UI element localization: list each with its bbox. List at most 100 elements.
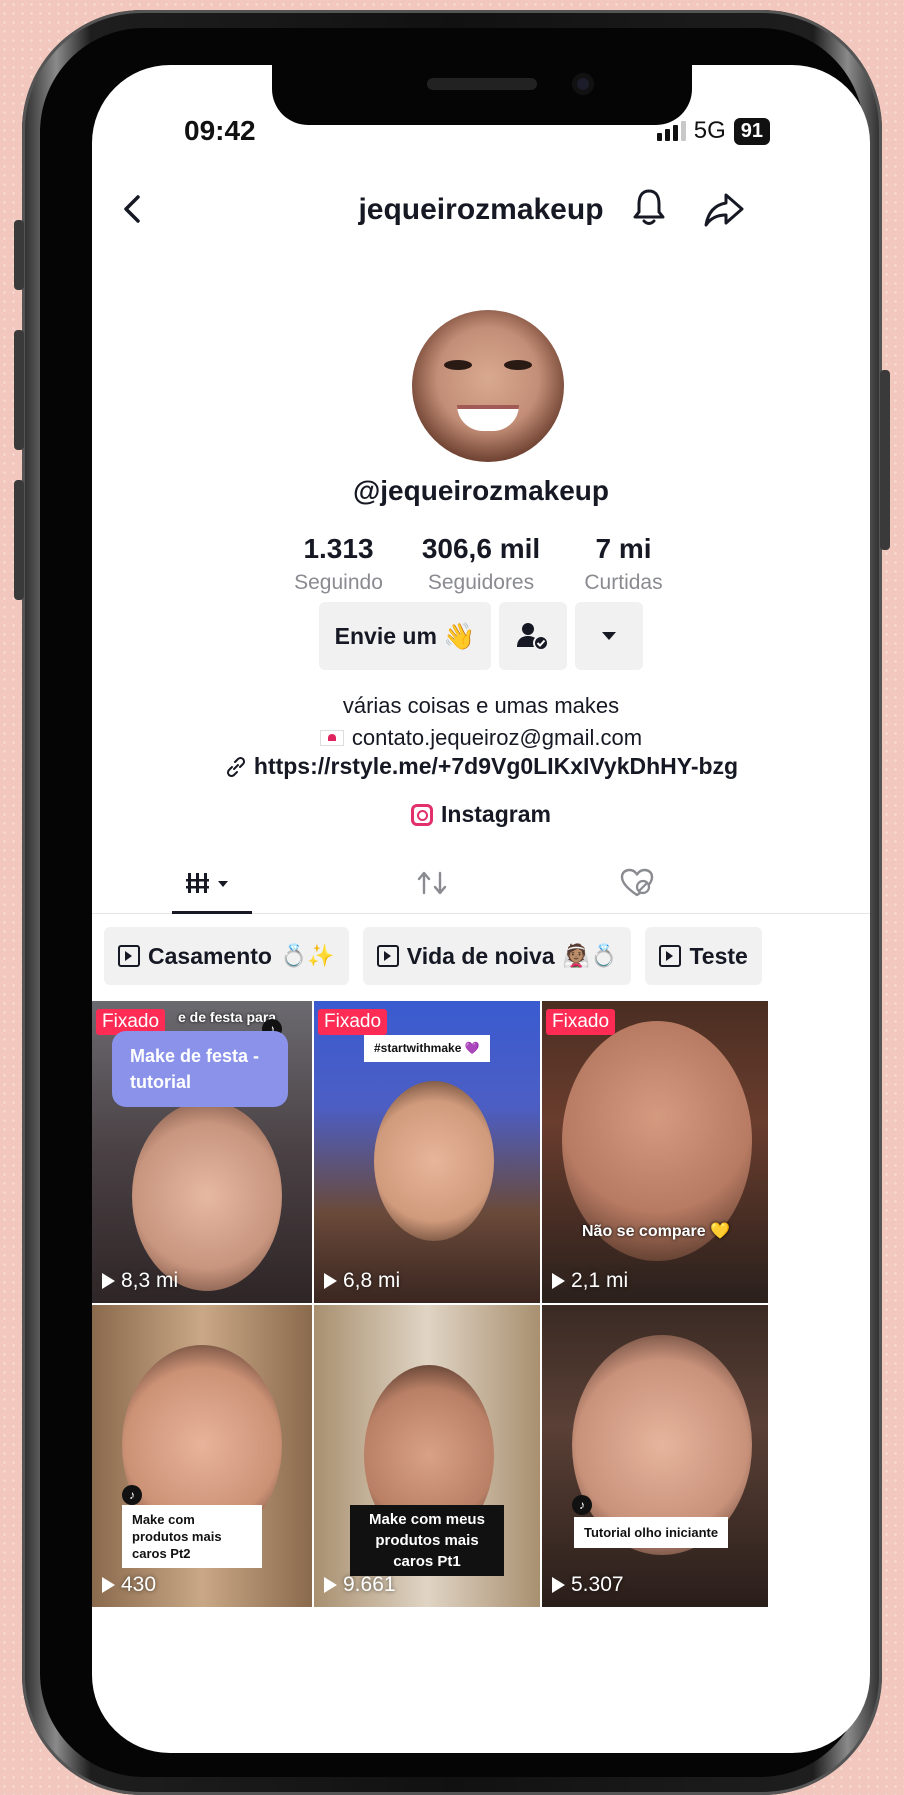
video-caption: #startwithmake 💜: [364, 1035, 490, 1062]
bio-email: contato.jequeiroz@gmail.com: [351, 725, 643, 750]
power-button: [880, 370, 890, 550]
tab-videos[interactable]: [172, 855, 252, 914]
play-icon: [102, 1273, 115, 1289]
view-count-text: 430: [121, 1573, 157, 1596]
profile-link[interactable]: https://rstyle.me/+7d9Vg0LIKxIVykDhHY-bz…: [92, 753, 870, 780]
play-icon: [552, 1577, 565, 1593]
wave-emoji: 👋: [442, 620, 476, 651]
video-grid: Fixado e de festa para ♪ Make de festa -…: [92, 1001, 870, 1607]
avatar[interactable]: [412, 310, 564, 462]
video-thumbnail[interactable]: Make com meus produtos mais caros Pt1 9.…: [314, 1305, 540, 1607]
profile-link-text: https://rstyle.me/+7d9Vg0LIKxIVykDhHY-bz…: [253, 753, 739, 779]
volume-up-button: [14, 330, 24, 450]
user-check-icon: [517, 623, 549, 651]
play-icon: [552, 1273, 565, 1289]
caret-down-icon: [602, 632, 616, 640]
playlist-row: Casamento 💍✨ Vida de noiva 👰🏽💍 Teste: [104, 927, 762, 985]
hidden-heart-icon: [620, 868, 654, 897]
video-caption: Make de festa - tutorial: [112, 1031, 288, 1107]
battery-icon: 91: [733, 117, 770, 145]
stat-value: 7 mi: [595, 533, 652, 564]
share-icon[interactable]: [702, 187, 746, 231]
video-thumbnail[interactable]: ♪ Make com produtos mais caros Pt2 430: [92, 1305, 312, 1607]
stat-value: 1.313: [303, 533, 374, 564]
view-count: 5.307: [552, 1573, 624, 1597]
bio: várias coisas e umas makes contato.jeque…: [92, 690, 870, 754]
playlist-icon: [376, 945, 399, 967]
notch: [272, 65, 692, 125]
playlist-label: Teste: [689, 942, 748, 969]
stat-label: Curtidas: [584, 571, 663, 594]
status-time: 09:42: [184, 115, 256, 146]
view-count: 2,1 mi: [552, 1269, 628, 1293]
play-icon: [324, 1273, 337, 1289]
stat-label: Seguidores: [427, 571, 535, 594]
video-thumbnail[interactable]: Fixado Não se compare 💛 2,1 mi: [542, 1001, 768, 1303]
message-button-label: Envie um: [334, 622, 437, 649]
bio-text: várias coisas e umas makes: [342, 693, 620, 718]
pinned-badge: Fixado: [546, 1009, 616, 1035]
playlist-label: Vida de noiva: [406, 942, 555, 969]
stat-value: 306,6 mil: [421, 533, 541, 564]
link-icon: [226, 756, 245, 777]
video-caption: Make com meus produtos mais caros Pt1: [350, 1505, 504, 1576]
view-count: 9.661: [324, 1573, 396, 1597]
pinned-badge: Fixado: [318, 1009, 388, 1035]
love-letter-icon: [319, 730, 344, 746]
instagram-link[interactable]: Instagram: [92, 801, 870, 828]
video-thumbnail[interactable]: Fixado e de festa para ♪ Make de festa -…: [92, 1001, 312, 1303]
playlist-chip[interactable]: Teste: [645, 927, 762, 985]
playlist-chip[interactable]: Vida de noiva 👰🏽💍: [362, 927, 632, 985]
playlist-icon: [659, 945, 682, 967]
stat-label: Seguindo: [294, 571, 383, 594]
view-count-text: 9.661: [343, 1573, 396, 1596]
phone-frame: 09:42 5G 91 jequeirozmakeup @jequeirozma…: [14, 10, 890, 1795]
front-camera: [572, 73, 594, 95]
bell-icon[interactable]: [627, 185, 671, 229]
profile-stats: 1.313 Seguindo 306,6 mil Seguidores 7 mi…: [92, 533, 870, 595]
profile-tabs: [92, 855, 870, 914]
stat-likes: 7 mi Curtidas: [561, 533, 686, 595]
instagram-label: Instagram: [441, 801, 551, 827]
network-label: 5G: [693, 117, 726, 144]
view-count-text: 8,3 mi: [121, 1269, 179, 1292]
view-count-text: 6,8 mi: [343, 1269, 401, 1292]
tiktok-logo-icon: ♪: [572, 1495, 592, 1515]
playlist-label: Casamento: [148, 942, 272, 969]
view-count: 430: [102, 1573, 156, 1597]
stat-followers[interactable]: 306,6 mil Seguidores: [401, 533, 561, 595]
profile-actions: Envie um 👋: [92, 602, 870, 670]
playlist-emoji: 💍✨: [279, 943, 335, 968]
message-button[interactable]: Envie um 👋: [319, 602, 491, 670]
tab-reposts[interactable]: [392, 855, 472, 911]
tab-liked[interactable]: [597, 855, 677, 911]
status-indicators: 5G 91: [656, 117, 770, 145]
video-caption-top: e de festa para: [178, 1009, 277, 1025]
play-icon: [102, 1577, 115, 1593]
page-title: jequeirozmakeup: [358, 193, 604, 226]
playlist-chip[interactable]: Casamento 💍✨: [104, 927, 349, 985]
repost-icon: [417, 871, 447, 895]
view-count: 8,3 mi: [102, 1269, 178, 1293]
speaker: [427, 78, 537, 90]
video-thumbnail[interactable]: Fixado #startwithmake 💜 6,8 mi: [314, 1001, 540, 1303]
profile-handle: @jequeirozmakeup: [352, 475, 610, 506]
volume-down-button: [14, 480, 24, 600]
video-caption: Make com produtos mais caros Pt2: [122, 1505, 262, 1568]
view-count-text: 2,1 mi: [571, 1269, 629, 1292]
view-count-text: 5.307: [571, 1573, 624, 1596]
video-caption: Não se compare 💛: [582, 1223, 730, 1240]
video-grid-icon: [186, 873, 228, 893]
tiktok-logo-icon: ♪: [122, 1485, 142, 1505]
playlist-emoji: 👰🏽💍: [562, 943, 618, 968]
screen: 09:42 5G 91 jequeirozmakeup @jequeirozma…: [92, 65, 870, 1753]
instagram-icon: [411, 803, 434, 826]
video-thumbnail[interactable]: ♪ Tutorial olho iniciante 5.307: [542, 1305, 768, 1607]
view-count: 6,8 mi: [324, 1269, 400, 1293]
mute-switch: [14, 220, 24, 290]
playlist-icon: [118, 945, 140, 967]
stat-following[interactable]: 1.313 Seguindo: [276, 533, 401, 595]
suggestions-dropdown-button[interactable]: [575, 602, 643, 670]
video-caption: Tutorial olho iniciante: [574, 1517, 729, 1548]
following-button[interactable]: [499, 602, 567, 670]
